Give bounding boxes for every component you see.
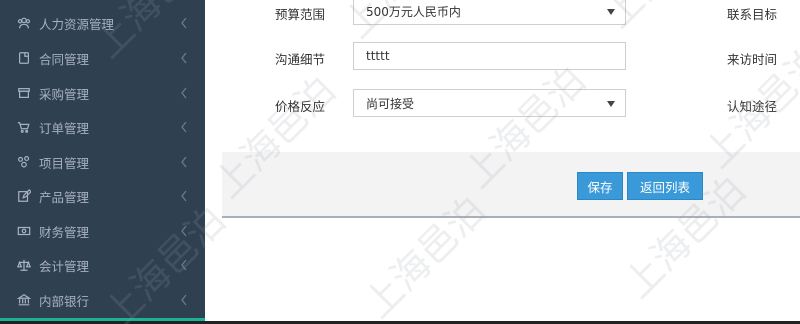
communication-input[interactable]: ttttt — [353, 42, 626, 70]
sidebar-item-purchase[interactable]: 采购管理 — [0, 76, 205, 110]
budget-label: 预算范围 — [275, 7, 326, 22]
chevron-left-icon — [180, 52, 190, 64]
sidebar-item-products[interactable]: 产品管理 — [0, 179, 205, 213]
sidebar-item-label: 会计管理 — [39, 258, 90, 274]
sidebar: 人力资源管理 合同管理 采购管理 订单管理 项目管理 产品管理 财务管理 会计管… — [0, 0, 205, 324]
caret-down-icon — [607, 9, 615, 15]
awareness-label: 认知途径 — [727, 99, 778, 114]
price-reaction-label: 价格反应 — [275, 99, 326, 114]
sidebar-item-projects[interactable]: 项目管理 — [0, 145, 205, 179]
sidebar-item-label: 采购管理 — [39, 86, 90, 102]
sitemap-icon — [15, 155, 33, 169]
money-icon — [15, 224, 33, 238]
cart-icon — [15, 120, 33, 134]
sidebar-item-label: 人力资源管理 — [39, 16, 115, 32]
price-reaction-select[interactable]: 尚可接受 — [353, 89, 626, 117]
sidebar-item-orders[interactable]: 订单管理 — [0, 110, 205, 144]
document-icon — [15, 51, 33, 65]
visit-time-label: 来访时间 — [727, 52, 778, 67]
scale-icon — [15, 258, 33, 272]
chevron-left-icon — [180, 87, 190, 99]
chevron-left-icon — [180, 259, 190, 271]
chevron-left-icon — [180, 156, 190, 168]
caret-down-icon — [607, 101, 615, 107]
communication-input-value: ttttt — [366, 49, 390, 63]
sidebar-item-label: 内部银行 — [39, 293, 90, 309]
communication-label: 沟通细节 — [275, 52, 326, 67]
chevron-left-icon — [180, 225, 190, 237]
sidebar-item-label: 财务管理 — [39, 224, 90, 240]
box-icon — [15, 86, 33, 100]
sidebar-item-contract[interactable]: 合同管理 — [0, 41, 205, 75]
sidebar-item-accounting[interactable]: 会计管理 — [0, 248, 205, 282]
divider — [222, 216, 800, 218]
bank-icon — [15, 293, 33, 307]
users-icon — [15, 16, 33, 30]
save-button[interactable]: 保存 — [577, 172, 623, 200]
chevron-left-icon — [180, 294, 190, 306]
sidebar-item-internal-bank[interactable]: 内部银行 — [0, 283, 205, 317]
sidebar-item-hr[interactable]: 人力资源管理 — [0, 6, 205, 40]
budget-select-value: 500万元人民币内 — [366, 4, 461, 19]
back-to-list-button[interactable]: 返回列表 — [627, 172, 703, 200]
chevron-left-icon — [180, 190, 190, 202]
sidebar-item-finance[interactable]: 财务管理 — [0, 214, 205, 248]
budget-select[interactable]: 500万元人民币内 — [353, 0, 626, 25]
sidebar-item-label: 项目管理 — [39, 155, 90, 171]
chevron-left-icon — [180, 17, 190, 29]
price-reaction-select-value: 尚可接受 — [366, 96, 415, 111]
action-bar — [222, 152, 800, 216]
edit-icon — [15, 189, 33, 203]
sidebar-item-label: 产品管理 — [39, 189, 90, 205]
sidebar-item-label: 订单管理 — [39, 120, 90, 136]
contact-target-label: 联系目标 — [727, 7, 778, 22]
sidebar-item-label: 合同管理 — [39, 51, 90, 67]
chevron-left-icon — [180, 121, 190, 133]
